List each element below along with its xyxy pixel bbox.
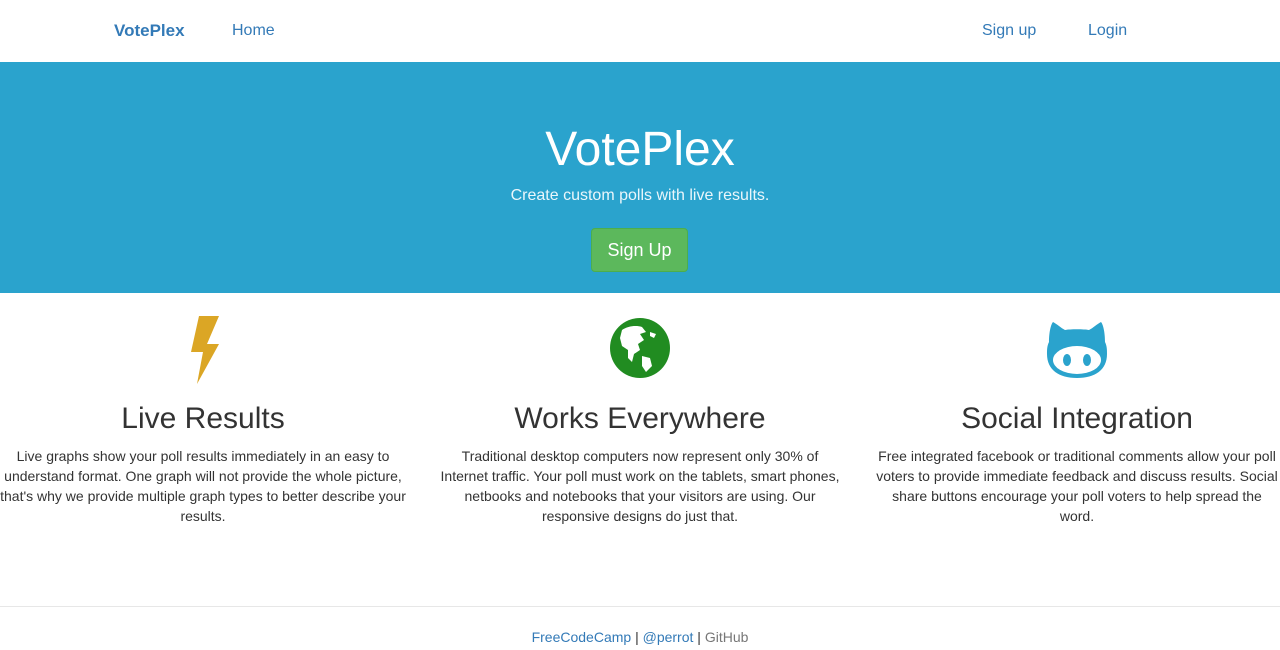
hero-title: VotePlex bbox=[545, 123, 735, 176]
feature-works-everywhere: Works Everywhere Traditional desktop com… bbox=[435, 310, 845, 526]
nav-home-link[interactable]: Home bbox=[232, 22, 275, 40]
feature-title: Works Everywhere bbox=[514, 402, 766, 435]
feature-social-integration: Social Integration Free integrated faceb… bbox=[872, 310, 1280, 526]
feature-title: Live Results bbox=[121, 402, 285, 435]
hero-signup-button[interactable]: Sign Up bbox=[591, 228, 688, 272]
feature-title: Social Integration bbox=[961, 402, 1193, 435]
feature-text: Live graphs show your poll results immed… bbox=[0, 448, 406, 524]
footer-github-text: GitHub bbox=[704, 629, 749, 645]
feature-live-results: Live Results Live graphs show your poll … bbox=[0, 310, 408, 526]
footer-perrot-link[interactable]: @perrot bbox=[643, 629, 694, 645]
nav-login-link[interactable]: Login bbox=[1088, 22, 1127, 40]
brand-link[interactable]: VotePlex bbox=[114, 21, 185, 41]
nav-signup-link[interactable]: Sign up bbox=[982, 22, 1036, 40]
footer-separator: | bbox=[697, 629, 701, 645]
github-octocat-icon bbox=[1047, 322, 1107, 378]
hero-subtitle: Create custom polls with live results. bbox=[510, 187, 770, 204]
lightning-bolt-icon bbox=[191, 316, 219, 384]
globe-icon bbox=[610, 318, 670, 378]
hero-section: VotePlex Create custom polls with live r… bbox=[0, 62, 1280, 293]
footer: FreeCodeCamp | @perrot | GitHub bbox=[0, 606, 1280, 650]
footer-freecodecamp-link[interactable]: FreeCodeCamp bbox=[532, 629, 632, 645]
feature-text: Free integrated facebook or traditional … bbox=[876, 448, 1278, 524]
navbar: VotePlex Home Sign up Login bbox=[0, 0, 1280, 62]
footer-separator: | bbox=[635, 629, 639, 645]
feature-text: Traditional desktop computers now repres… bbox=[440, 448, 840, 524]
